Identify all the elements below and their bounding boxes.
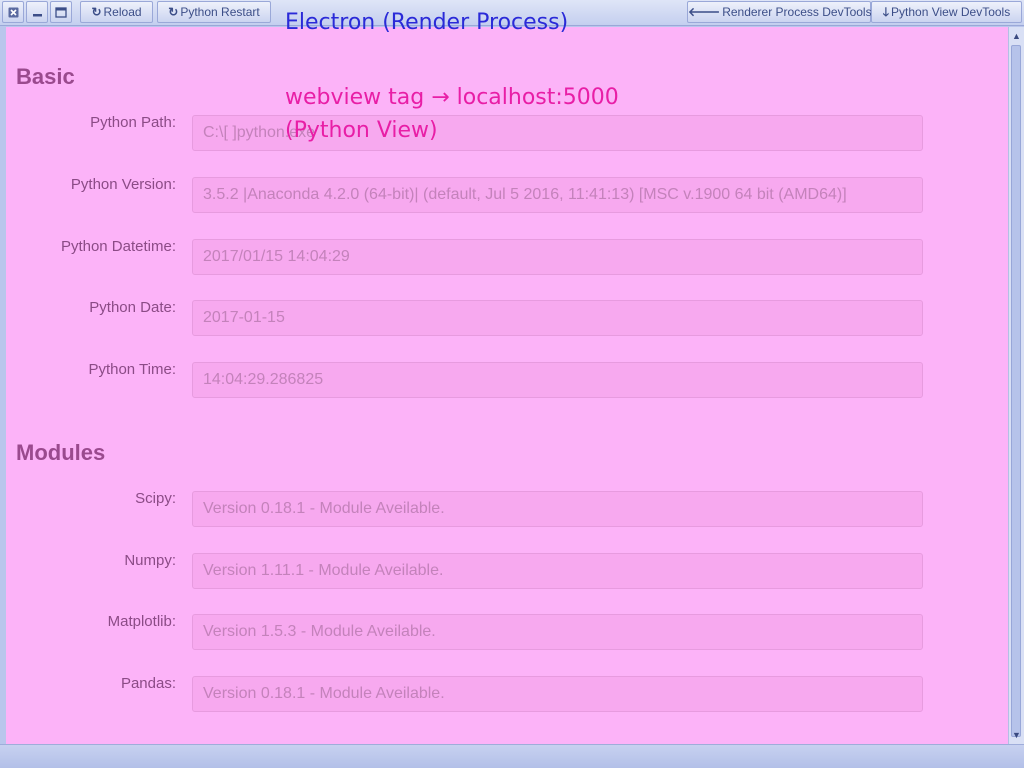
numpy-field[interactable]: Version 1.11.1 - Module Aveilable. <box>192 553 923 589</box>
minimize-icon <box>32 14 42 17</box>
status-bar <box>0 744 1024 768</box>
pandas-field[interactable]: Version 0.18.1 - Module Aveilable. <box>192 676 923 712</box>
webview-annotation: webview tag → localhost:5000 (Python Vie… <box>285 81 619 147</box>
python-version-field[interactable]: 3.5.2 |Anaconda 4.2.0 (64-bit)| (default… <box>192 177 923 213</box>
scipy-label: Scipy: <box>135 490 176 507</box>
python-time-label: Python Time: <box>88 361 176 378</box>
webview-annotation-line1: webview tag → localhost:5000 <box>285 85 619 110</box>
python-restart-button[interactable]: ↻ Python Restart <box>157 1 271 23</box>
basic-section-title: Basic <box>16 64 75 89</box>
matplotlib-field[interactable]: Version 1.5.3 - Module Aveilable. <box>192 614 923 650</box>
restart-icon: ↻ <box>168 5 179 19</box>
close-icon <box>8 7 18 18</box>
reload-button[interactable]: ↻ Reload <box>80 1 153 23</box>
maximize-icon <box>55 7 67 18</box>
modules-section-title: Modules <box>16 440 106 465</box>
numpy-label: Numpy: <box>124 552 176 569</box>
webview-annotation-line2: (Python View) <box>285 118 438 143</box>
matplotlib-label: Matplotlib: <box>107 613 176 630</box>
python-date-label: Python Date: <box>89 299 176 316</box>
electron-annotation: Electron (Render Process) <box>285 10 569 35</box>
python-time-field[interactable]: 14:04:29.286825 <box>192 362 923 398</box>
reload-icon: ↻ <box>91 5 102 19</box>
python-datetime-field[interactable]: 2017/01/15 14:04:29 <box>192 239 923 275</box>
scroll-up-arrow-icon[interactable]: ▲ <box>1009 28 1024 44</box>
python-path-label: Python Path: <box>90 114 176 131</box>
minimize-window-button[interactable] <box>26 1 48 23</box>
python-version-label: Python Version: <box>70 176 176 193</box>
close-window-button[interactable] <box>2 1 24 23</box>
arrow-left-icon: 🡐 <box>688 5 721 19</box>
scipy-field[interactable]: Version 0.18.1 - Module Aveilable. <box>192 491 923 527</box>
python-datetime-label: Python Datetime: <box>60 238 176 255</box>
vertical-scrollbar[interactable]: ▲ ▼ <box>1008 27 1024 744</box>
renderer-devtools-button[interactable]: 🡐 Renderer Process DevTools <box>687 1 872 23</box>
python-view-devtools-button[interactable]: 🡓 Python View DevTools <box>871 1 1022 23</box>
scrollbar-thumb[interactable] <box>1011 45 1021 737</box>
pandas-label: Pandas: <box>120 675 176 692</box>
python-date-field[interactable]: 2017-01-15 <box>192 300 923 336</box>
arrow-down-icon: 🡓 <box>882 5 890 19</box>
scroll-down-arrow-icon[interactable]: ▼ <box>1009 727 1024 743</box>
maximize-window-button[interactable] <box>50 1 72 23</box>
